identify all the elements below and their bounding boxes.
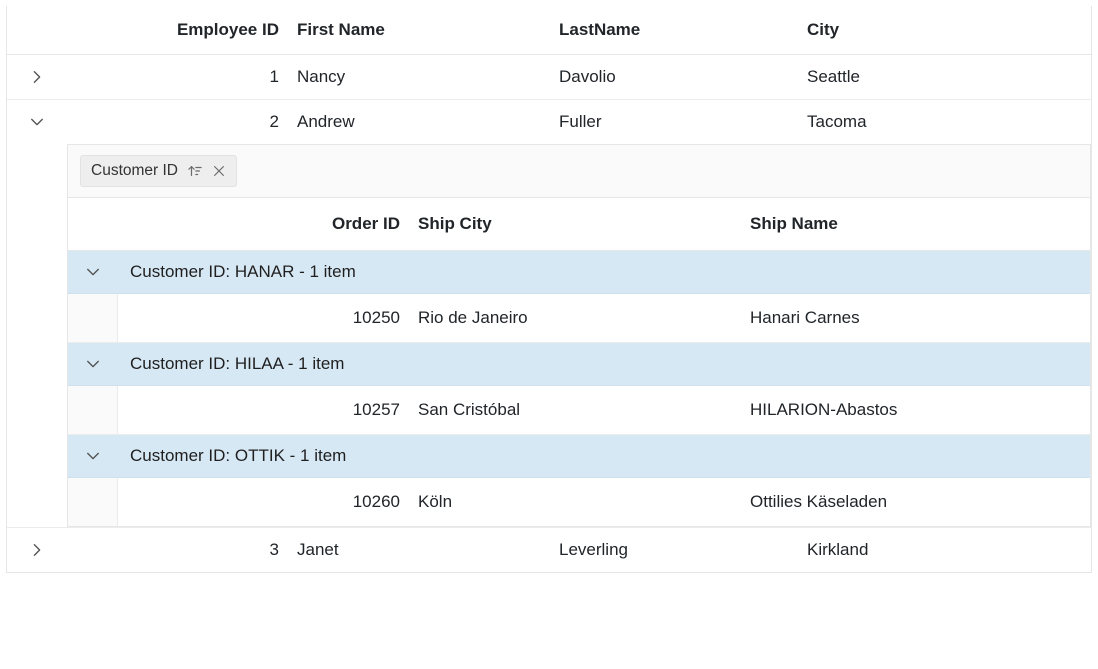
cell-last-name: Leverling (559, 528, 807, 572)
table-row[interactable]: 10250 Rio de Janeiro Hanari Carnes (68, 294, 1090, 343)
chevron-right-icon (30, 543, 44, 557)
group-drop-area[interactable]: Customer ID (68, 145, 1090, 198)
cell-city: Kirkland (807, 528, 1091, 572)
sort-ascending-icon[interactable] (188, 164, 202, 178)
group-caption-row[interactable]: Customer ID: HANAR - 1 item (68, 251, 1090, 294)
group-caption-label: Customer ID: HANAR - 1 item (118, 251, 1090, 293)
expand-toggle[interactable] (7, 55, 67, 99)
chevron-down-icon (86, 357, 100, 371)
group-caption-row[interactable]: Customer ID: OTTIK - 1 item (68, 435, 1090, 478)
table-row[interactable]: 1 Nancy Davolio Seattle (7, 55, 1091, 100)
cell-first-name: Nancy (297, 55, 559, 99)
cell-ship-city: Köln (418, 478, 750, 526)
group-caption-label: Customer ID: OTTIK - 1 item (118, 435, 1090, 477)
cell-last-name: Fuller (559, 100, 807, 144)
cell-order-id: 10260 (118, 478, 418, 526)
nested-expand-col-header (68, 198, 118, 250)
nested-header-row: Order ID Ship City Ship Name (68, 198, 1090, 251)
cell-ship-name: HILARION-Abastos (750, 386, 1090, 434)
cell-order-id: 10257 (118, 386, 418, 434)
group-caption-label: Customer ID: HILAA - 1 item (118, 343, 1090, 385)
chevron-down-icon (30, 115, 44, 129)
cell-ship-name: Ottilies Käseladen (750, 478, 1090, 526)
group-chip-customer-id[interactable]: Customer ID (80, 155, 237, 187)
table-row[interactable]: 2 Andrew Fuller Tacoma (7, 100, 1091, 144)
cell-first-name: Andrew (297, 100, 559, 144)
cell-ship-city: San Cristóbal (418, 386, 750, 434)
col-employee-id[interactable]: Employee ID (67, 6, 297, 54)
expand-toggle[interactable] (7, 100, 67, 144)
cell-city: Seattle (807, 55, 1091, 99)
col-last-name[interactable]: LastName (559, 6, 807, 54)
table-row[interactable]: 10260 Köln Ottilies Käseladen (68, 478, 1090, 526)
grid-header-row: Employee ID First Name LastName City (7, 6, 1091, 55)
cell-last-name: Davolio (559, 55, 807, 99)
group-toggle[interactable] (68, 435, 118, 477)
group-indent-cell (68, 386, 118, 434)
group-chip-label: Customer ID (91, 162, 178, 180)
expand-toggle[interactable] (7, 528, 67, 572)
cell-employee-id: 3 (67, 528, 297, 572)
employee-grid: Employee ID First Name LastName City 1 N… (6, 6, 1092, 573)
close-icon[interactable] (212, 164, 226, 178)
expand-column-header (7, 6, 67, 54)
cell-employee-id: 2 (67, 100, 297, 144)
cell-ship-name: Hanari Carnes (750, 294, 1090, 342)
orders-nested-grid: Customer ID Order ID Ship City Ship Name… (67, 144, 1091, 527)
group-indent-cell (68, 294, 118, 342)
group-toggle[interactable] (68, 343, 118, 385)
group-caption-row[interactable]: Customer ID: HILAA - 1 item (68, 343, 1090, 386)
col-ship-name[interactable]: Ship Name (750, 198, 1090, 250)
cell-employee-id: 1 (67, 55, 297, 99)
cell-first-name: Janet (297, 528, 559, 572)
table-row[interactable]: 10257 San Cristóbal HILARION-Abastos (68, 386, 1090, 435)
chevron-right-icon (30, 70, 44, 84)
col-order-id[interactable]: Order ID (118, 198, 418, 250)
chevron-down-icon (86, 265, 100, 279)
chevron-down-icon (86, 449, 100, 463)
table-row[interactable]: 3 Janet Leverling Kirkland (7, 527, 1091, 572)
cell-order-id: 10250 (118, 294, 418, 342)
group-indent-cell (68, 478, 118, 526)
col-first-name[interactable]: First Name (297, 6, 559, 54)
cell-city: Tacoma (807, 100, 1091, 144)
col-ship-city[interactable]: Ship City (418, 198, 750, 250)
group-toggle[interactable] (68, 251, 118, 293)
cell-ship-city: Rio de Janeiro (418, 294, 750, 342)
col-city[interactable]: City (807, 6, 1091, 54)
